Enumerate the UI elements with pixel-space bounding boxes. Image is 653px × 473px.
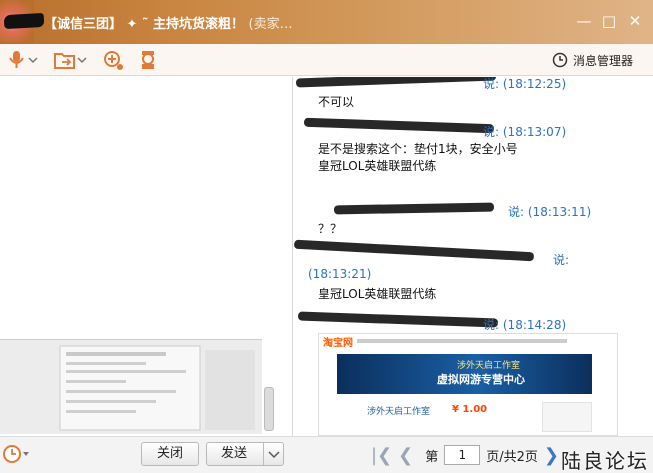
forum-watermark: 陆良论坛: [561, 449, 649, 473]
scrollbar-thumb[interactable]: [264, 387, 274, 431]
window-title-suffix: (卖家…: [248, 17, 293, 32]
preview-banner: 涉外天启工作室 虚拟网游专营中心: [337, 354, 592, 394]
preview-header: 淘宝网: [319, 334, 617, 349]
message-header: 说:: [308, 251, 569, 268]
banner-subtitle: 涉外天启工作室: [457, 361, 521, 371]
minimize-button[interactable]: —: [576, 13, 592, 29]
message-header: (18:13:21): [308, 267, 371, 281]
banner-title: 虚拟网游专营中心: [437, 373, 525, 386]
item-price: ¥ 1.00: [452, 404, 488, 415]
image-thumbnail[interactable]: [0, 339, 262, 434]
chevron-down-icon: [268, 451, 280, 459]
message-time: (18:13:11): [527, 205, 592, 219]
message-header: 说: (18:13:07): [308, 123, 566, 140]
message-manager-label: 消息管理器: [572, 53, 633, 68]
toolbar: 消息管理器: [0, 44, 653, 76]
window-title: 【诚信三团】 ✦ ˜ 主持坑货滚粗！ (卖家…: [44, 13, 293, 32]
message-body: 皇冠LOL英雄联盟代练: [318, 286, 436, 303]
redacted-scribble: [3, 12, 45, 30]
message-manager-button[interactable]: 消息管理器: [552, 51, 633, 69]
preview-item: 涉外天启工作室 ¥ 1.00: [337, 402, 592, 435]
folder-send-icon[interactable]: [52, 48, 88, 72]
add-contact-icon[interactable]: [100, 48, 126, 72]
page-prefix: 第: [425, 449, 439, 465]
say-label: 说:: [483, 318, 500, 332]
bottom-bar: 关闭 发送 |❮ ❮ 第 1 页/共2页 ❯ 陆良论坛: [0, 436, 653, 473]
close-button[interactable]: 关闭: [141, 442, 199, 466]
message-body: 是不是搜索这个：垫付1块，安全小号 皇冠LOL英雄联盟代练: [318, 141, 518, 175]
mic-icon[interactable]: [6, 48, 38, 72]
maximize-button[interactable]: □: [601, 13, 617, 29]
send-label: 发送: [221, 446, 248, 461]
input-panel[interactable]: [0, 77, 293, 473]
say-label: 说:: [553, 253, 570, 267]
message-time: (18:13:21): [308, 267, 372, 281]
message-line: ？？: [318, 222, 343, 236]
next-page-icon[interactable]: ❯: [544, 445, 559, 466]
message-line: 是不是搜索这个：垫付1块，安全小号: [318, 142, 518, 156]
page-number-input[interactable]: 1: [444, 445, 481, 465]
say-label: 说:: [483, 77, 500, 91]
item-title: 涉外天启工作室: [367, 407, 431, 417]
message-time: (18:13:07): [502, 125, 567, 139]
message-body: ？？: [318, 221, 342, 238]
message-body: 不可以: [318, 94, 354, 111]
prev-page-icon[interactable]: ❮: [398, 445, 413, 466]
first-page-icon[interactable]: |❮: [371, 445, 392, 466]
clock-icon: [552, 52, 568, 68]
message-header: 说: (18:12:25): [308, 77, 566, 92]
history-clock-button[interactable]: [2, 443, 32, 465]
message-header: 说: (18:14:28): [308, 316, 566, 333]
preview-nav: [357, 339, 567, 343]
message-line: 皇冠LOL英雄联盟代练: [318, 287, 437, 301]
close-window-button[interactable]: ✕: [627, 13, 643, 29]
title-bar[interactable]: 【诚信三团】 ✦ ˜ 主持坑货滚粗！ (卖家… — □ ✕: [0, 0, 653, 44]
say-label: 说:: [508, 205, 525, 219]
window-title-text: 【诚信三团】 ✦ ˜ 主持坑货滚粗！: [44, 17, 244, 32]
message-line: 皇冠LOL英雄联盟代练: [318, 159, 437, 173]
robot-icon[interactable]: [136, 48, 162, 72]
webpage-screenshot[interactable]: 淘宝网 涉外天启工作室 虚拟网游专营中心 涉外天启工作室 ¥ 1.00: [318, 333, 618, 436]
message-line: 不可以: [318, 95, 355, 109]
chat-history[interactable]: 说: (18:12:25) 不可以 说: (18:13:07) 是不是搜索这个：…: [294, 77, 653, 436]
say-label: 说:: [483, 125, 500, 139]
preview-sidebar: [542, 402, 592, 432]
pager: |❮ ❮ 第 1 页/共2页 ❯: [371, 443, 559, 467]
divider: [263, 443, 264, 465]
send-button[interactable]: 发送: [206, 442, 284, 466]
page-count: 页/共2页: [486, 449, 538, 465]
message-header: 说: (18:13:11): [308, 203, 591, 220]
taobao-logo: 淘宝网: [323, 337, 353, 349]
message-time: (18:12:25): [502, 77, 567, 91]
message-time: (18:14:28): [502, 318, 567, 332]
